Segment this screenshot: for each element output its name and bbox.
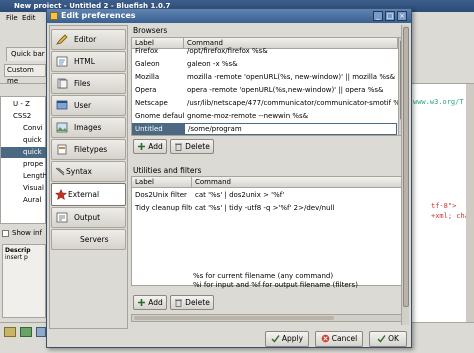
add-icon — [138, 299, 146, 306]
files-icon — [57, 78, 68, 89]
browsers-table: Label Command Firefox /opt/firefox/firef… — [131, 37, 407, 136]
utilities-col-command[interactable]: Command — [192, 177, 406, 188]
trash-icon — [175, 143, 183, 151]
panel-vscrollbar-thumb[interactable] — [403, 27, 409, 307]
ui-icon — [56, 100, 68, 110]
utilities-section-label: Utilities and filters — [133, 166, 202, 175]
utilities-table: Label Command Dos2Unix filter cat '%s' |… — [131, 176, 407, 286]
ok-icon — [377, 335, 386, 343]
browser-row[interactable]: Gnome default gnome-moz-remote --newwin … — [132, 110, 398, 122]
apply-button[interactable]: Apply — [265, 331, 309, 347]
tree-item[interactable]: U - Z — [1, 99, 47, 110]
menu-edit[interactable]: Edit — [22, 13, 36, 23]
sidebar-item-output-parsers[interactable]: Output parsers — [51, 207, 126, 241]
html-icon — [56, 56, 68, 67]
show-info-label: Show inf — [12, 229, 42, 237]
preferences-dialog: Edit preferences _ □ × Editor HTML Files… — [46, 8, 412, 348]
parser-icon — [56, 212, 68, 223]
dialog-titlebar: Edit preferences — [47, 9, 411, 23]
editor-scrollbar[interactable] — [466, 84, 474, 324]
description-label: Descrip — [5, 247, 31, 254]
browsers-add-button[interactable]: Add — [133, 139, 167, 154]
folder-icon[interactable] — [4, 327, 16, 337]
cancel-icon — [321, 334, 330, 343]
browser-row[interactable]: Opera opera -remote 'openURL(%s,new-wind… — [132, 84, 398, 96]
show-info-checkbox[interactable] — [2, 230, 9, 237]
sidebar-item-user-interface[interactable]: User interface — [51, 95, 126, 129]
sidebar-item-syntax-highlighting[interactable]: Syntax highlighting — [51, 161, 126, 195]
panel-icon[interactable] — [36, 327, 46, 337]
check-icon — [271, 335, 280, 343]
browsers-section-label: Browsers — [133, 26, 168, 35]
panel-hscrollbar-thumb[interactable] — [134, 316, 334, 320]
preferences-sidebar: Editor HTML Files User interface Images … — [49, 25, 128, 329]
sidebar-item-editor[interactable]: Editor — [51, 29, 126, 50]
utilities-add-button[interactable]: Add — [133, 295, 167, 310]
utilities-delete-button[interactable]: Delete — [170, 295, 214, 310]
browser-row[interactable]: Netscape /usr/lib/netscape/477/communica… — [132, 97, 398, 109]
tree-item[interactable]: quick — [1, 135, 47, 146]
maximize-icon[interactable]: □ — [385, 11, 395, 21]
tree-item[interactable]: CSS2 — [1, 111, 47, 122]
sidebar-item-filetypes[interactable]: Filetypes — [51, 139, 126, 160]
browser-row[interactable]: Mozilla mozilla -remote 'openURL(%s, new… — [132, 71, 398, 83]
tree-item[interactable]: Aural — [1, 195, 47, 206]
browser-row-editing[interactable]: Untitled /some/program — [132, 123, 398, 135]
browser-row[interactable]: Firefox /opt/firefox/firefox %s& — [132, 45, 398, 57]
editor-line: tf-8"> — [431, 202, 457, 210]
cancel-button[interactable]: Cancel — [315, 331, 363, 347]
sidebar-item-external-programs[interactable]: External programs — [51, 183, 126, 220]
tree-item[interactable]: Visual — [1, 183, 47, 194]
command-edit-field[interactable]: /some/program — [184, 123, 397, 135]
description-text: insert p — [5, 254, 28, 261]
description-box: Descrip insert p — [2, 244, 46, 318]
browser-row[interactable]: Galeon galeon -x %s& — [132, 58, 398, 70]
sidebar-item-files[interactable]: Files — [51, 73, 126, 94]
tree-item[interactable]: Length — [1, 171, 47, 182]
image-icon — [56, 122, 68, 133]
browsers-delete-button[interactable]: Delete — [170, 139, 214, 154]
hint-line-1: %s for current filename (any command) — [193, 272, 334, 280]
tree-item-selected[interactable]: quick — [1, 147, 47, 158]
filetypes-icon — [57, 144, 67, 155]
utilities-col-label[interactable]: Label — [132, 177, 192, 188]
pencil-icon — [56, 34, 68, 45]
ok-button[interactable]: OK — [369, 331, 407, 347]
reference-tree: U - Z CSS2 Convi quick quick prope Lengt… — [0, 96, 47, 224]
trash-icon — [175, 299, 183, 307]
sidebar-item-html[interactable]: HTML — [51, 51, 126, 72]
panel-vscrollbar[interactable] — [401, 25, 409, 325]
tree-item[interactable]: Convi — [1, 123, 47, 134]
sidebar-item-images[interactable]: Images — [51, 117, 126, 138]
custom-menu-tab[interactable]: Custom me — [4, 64, 46, 85]
bookmark-icon[interactable] — [20, 327, 32, 337]
utility-row[interactable]: Dos2Unix filter cat '%s' | dos2unix > '%… — [132, 189, 406, 201]
close-icon[interactable]: × — [397, 11, 407, 21]
editor-area[interactable]: www.w3.org/T tf-8"> +xml; charse — [408, 84, 474, 324]
editor-line: www.w3.org/T — [413, 98, 464, 106]
hint-line-2: %i for input and %f for output filename … — [193, 281, 358, 289]
add-icon — [138, 143, 146, 150]
sidebar-item-servers[interactable]: Servers — [51, 229, 126, 250]
utility-row[interactable]: Tidy cleanup filter cat '%s' | tidy -utf… — [132, 202, 406, 214]
dialog-app-icon — [50, 12, 58, 20]
minimize-icon[interactable]: _ — [373, 11, 383, 21]
menu-file[interactable]: File — [6, 13, 18, 23]
syntax-icon — [55, 167, 65, 176]
panel-hscrollbar[interactable] — [131, 314, 407, 322]
tree-item[interactable]: prope — [1, 159, 47, 170]
star-icon — [55, 189, 67, 200]
